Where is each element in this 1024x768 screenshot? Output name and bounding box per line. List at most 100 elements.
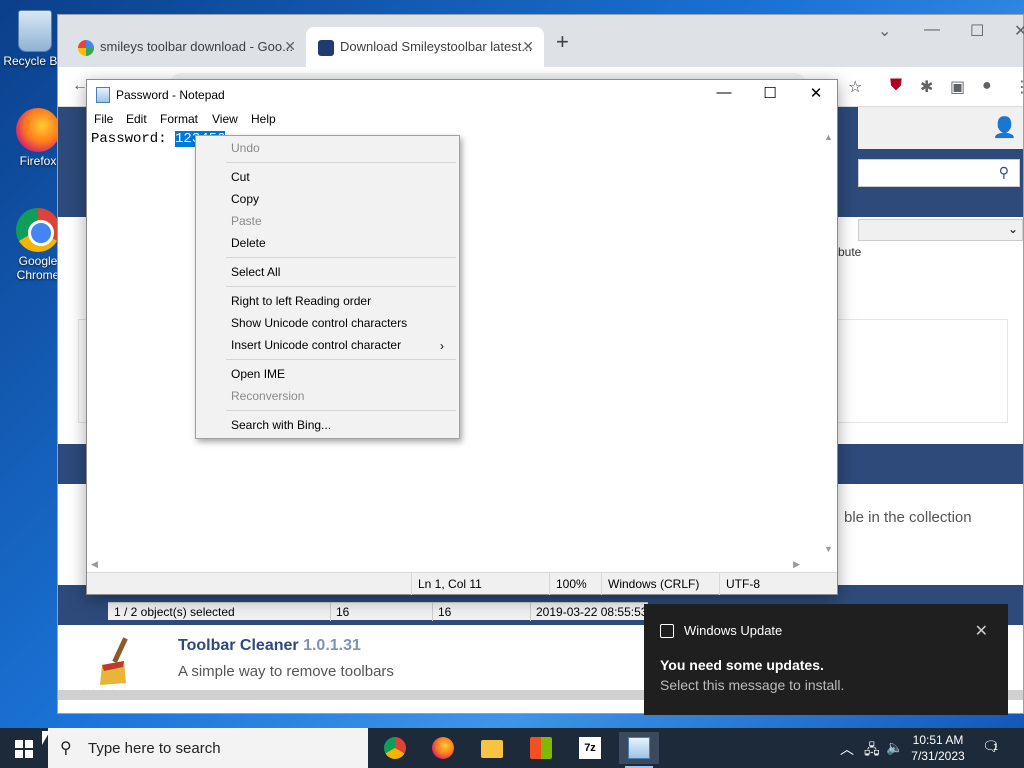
close-tab-icon[interactable]: ✕ <box>522 38 534 55</box>
notification-title: You need some updates. <box>660 657 824 673</box>
menu-view[interactable]: View <box>212 112 238 126</box>
context-menu: Undo Cut Copy Paste Delete Select All Ri… <box>195 135 460 439</box>
notepad-menubar: File Edit Format View Help <box>87 109 837 129</box>
notification-count: 1 <box>993 742 999 752</box>
scroll-up-icon[interactable]: ▲ <box>824 132 833 142</box>
recycle-bin-icon <box>18 10 52 52</box>
menu-item-undo[interactable]: Undo <box>231 141 260 155</box>
close-tab-icon[interactable]: ✕ <box>284 38 296 55</box>
clock-date: 7/31/2023 <box>911 749 965 763</box>
menu-item-delete[interactable]: Delete <box>231 236 266 250</box>
firefox-icon <box>432 737 454 759</box>
zoom-level: 100% <box>549 573 601 595</box>
scroll-left-icon[interactable]: ◀ <box>91 559 98 570</box>
update-icon <box>660 624 674 638</box>
tab-label: Download Smileystoolbar latest... <box>340 39 533 54</box>
taskbar-file-explorer[interactable] <box>472 732 512 764</box>
vertical-scrollbar[interactable]: ▲ ▼ <box>820 129 837 557</box>
text-content: Password: <box>91 131 176 147</box>
app-version: 1.0.1.31 <box>303 637 361 654</box>
store-icon <box>530 737 552 759</box>
menu-format[interactable]: Format <box>160 112 198 126</box>
menu-item-rtl[interactable]: Right to left Reading order <box>231 294 371 308</box>
volume-icon[interactable]: 🔈 <box>886 739 903 756</box>
app-description: A simple way to remove toolbars <box>178 663 394 680</box>
action-center-button[interactable]: 🗨 1 <box>982 738 1004 756</box>
tab-search-icon[interactable]: ⌄ <box>878 21 891 41</box>
chrome-tab-google[interactable]: smileys toolbar download - Goo... ✕ <box>66 27 306 67</box>
menu-separator <box>226 359 456 360</box>
menu-item-paste[interactable]: Paste <box>231 214 262 228</box>
menu-file[interactable]: File <box>94 112 113 126</box>
maximize-icon[interactable]: ☐ <box>970 21 984 41</box>
minimize-icon[interactable]: — <box>924 21 940 39</box>
chevron-right-icon: › <box>440 339 444 353</box>
menu-item-search-bing[interactable]: Search with Bing... <box>231 418 331 432</box>
modified-date: 2019-03-22 08:55:53 <box>536 605 648 619</box>
taskbar-store[interactable] <box>521 732 561 764</box>
ublock-icon[interactable]: ⛊ <box>890 77 902 95</box>
menu-help[interactable]: Help <box>251 112 276 126</box>
close-icon[interactable]: ✕ <box>975 621 988 641</box>
menu-item-open-ime[interactable]: Open IME <box>231 367 285 381</box>
menu-item-show-unicode[interactable]: Show Unicode control characters <box>231 316 407 330</box>
notification-app-name: Windows Update <box>684 623 783 638</box>
new-tab-button[interactable]: + <box>556 29 569 55</box>
bookmark-star-icon[interactable]: ☆ <box>848 77 862 97</box>
network-icon[interactable]: 🖧 <box>864 739 880 763</box>
site-dropdown[interactable]: ⌄ <box>858 219 1023 241</box>
chrome-tab-malavida[interactable]: Download Smileystoolbar latest... ✕ <box>306 27 544 67</box>
notepad-titlebar[interactable]: Password - Notepad — ☐ ✕ <box>87 80 837 109</box>
taskbar-search[interactable]: ⚲ Type here to search <box>48 728 368 768</box>
search-icon[interactable]: ⚲ <box>999 164 1009 181</box>
maximize-icon[interactable]: ☐ <box>747 84 793 106</box>
menu-item-select-all[interactable]: Select All <box>231 265 280 279</box>
profile-icon[interactable]: ● <box>982 77 992 95</box>
menu-item-cut[interactable]: Cut <box>231 170 250 184</box>
partial-description: ble in the collection <box>844 509 972 526</box>
menu-edit[interactable]: Edit <box>126 112 147 126</box>
notepad-title: Password - Notepad <box>116 88 225 102</box>
close-icon[interactable]: ✕ <box>793 84 839 106</box>
menu-item-insert-unicode[interactable]: Insert Unicode control character <box>231 338 401 352</box>
taskbar-firefox[interactable] <box>423 732 463 764</box>
sidepanel-icon[interactable]: ▣ <box>950 77 965 97</box>
partial-attribute-label: bute <box>838 245 862 259</box>
size-value: 16 <box>336 605 350 619</box>
close-icon[interactable]: ✕ <box>1014 21 1024 41</box>
scroll-down-icon[interactable]: ▼ <box>824 544 833 554</box>
line-ending: Windows (CRLF) <box>601 573 719 595</box>
taskbar-clock[interactable]: 10:51 AM 7/31/2023 <box>905 732 971 764</box>
menu-item-reconversion[interactable]: Reconversion <box>231 389 304 403</box>
notepad-statusbar: Ln 1, Col 11 100% Windows (CRLF) UTF-8 <box>87 572 837 595</box>
search-icon: ⚲ <box>60 740 72 757</box>
taskbar-7zip[interactable]: 7z <box>570 732 610 764</box>
minimize-icon[interactable]: — <box>701 84 747 106</box>
notepad-icon <box>628 737 650 759</box>
google-icon <box>78 40 94 56</box>
chrome-icon <box>384 737 406 759</box>
mouse-cursor <box>42 731 50 745</box>
taskbar-notepad[interactable] <box>619 732 659 768</box>
menu-icon[interactable]: ⋮ <box>1014 77 1024 97</box>
menu-item-copy[interactable]: Copy <box>231 192 259 206</box>
encoding: UTF-8 <box>719 573 819 595</box>
start-button[interactable] <box>0 728 48 768</box>
menu-separator <box>226 162 456 163</box>
user-icon[interactable]: 👤 <box>992 115 1017 140</box>
extensions-icon[interactable]: ✱ <box>920 77 933 97</box>
cursor-position: Ln 1, Col 11 <box>411 573 549 595</box>
chevron-down-icon: ⌄ <box>1007 222 1018 236</box>
windows-update-notification[interactable]: Windows Update ✕ You need some updates. … <box>644 604 1008 715</box>
folder-icon <box>481 740 503 758</box>
chevron-up-icon[interactable]: ︿ <box>840 739 854 759</box>
menu-separator <box>226 410 456 411</box>
notification-body: Select this message to install. <box>660 677 845 693</box>
menu-separator <box>226 286 456 287</box>
site-search-field[interactable]: ⚲ <box>858 159 1020 187</box>
taskbar-chrome[interactable] <box>375 732 415 764</box>
scroll-right-icon[interactable]: ▶ <box>793 559 800 570</box>
selection-status: 1 / 2 object(s) selected <box>114 605 235 619</box>
menu-separator <box>226 257 456 258</box>
app-title[interactable]: Toolbar Cleaner 1.0.1.31 <box>178 637 361 655</box>
